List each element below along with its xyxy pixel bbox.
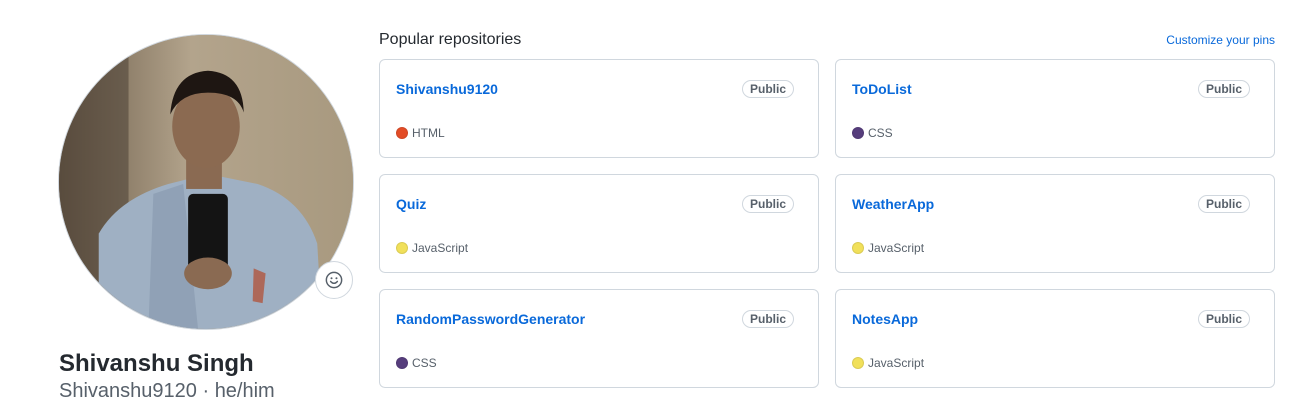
repo-link[interactable]: RandomPasswordGenerator xyxy=(396,310,585,328)
customize-pins-link[interactable]: Customize your pins xyxy=(1166,32,1275,48)
profile-name: Shivanshu Singh xyxy=(59,350,254,377)
visibility-badge: Public xyxy=(741,80,794,98)
repo-card: RandomPasswordGenerator Public CSS xyxy=(379,289,819,388)
repo-link[interactable]: Shivanshu9120 xyxy=(396,80,498,98)
language-label: CSS xyxy=(868,126,893,140)
language-label: JavaScript xyxy=(868,241,925,255)
repo-language: CSS xyxy=(396,355,437,371)
separator-dot: · xyxy=(202,380,210,402)
language-color-dot xyxy=(396,127,408,139)
repo-language: JavaScript xyxy=(852,240,924,256)
language-color-dot xyxy=(396,357,408,369)
profile-sidebar: Shivanshu Singh Shivanshu9120 · he/him xyxy=(58,34,358,402)
repo-card: WeatherApp Public JavaScript xyxy=(835,174,1275,273)
language-label: CSS xyxy=(412,356,437,370)
profile-pronouns: he/him xyxy=(214,380,275,402)
repo-card: Quiz Public JavaScript xyxy=(379,174,819,273)
repo-card: ToDoList Public CSS xyxy=(835,59,1275,158)
pinned-repos-grid: Shivanshu9120 Public HTML ToDoList Publi… xyxy=(379,59,1275,388)
visibility-badge: Public xyxy=(1197,80,1250,98)
repo-link[interactable]: WeatherApp xyxy=(852,195,934,213)
language-label: JavaScript xyxy=(412,241,469,255)
repo-language: HTML xyxy=(396,125,445,141)
language-color-dot xyxy=(852,357,864,369)
visibility-badge: Public xyxy=(741,195,794,213)
repo-language: JavaScript xyxy=(396,240,468,256)
repo-link[interactable]: ToDoList xyxy=(852,80,912,98)
popular-repositories-title: Popular repositories xyxy=(379,31,522,48)
avatar-photo xyxy=(59,35,353,329)
set-status-button[interactable] xyxy=(315,261,353,299)
repo-card: NotesApp Public JavaScript xyxy=(835,289,1275,388)
repo-language: CSS xyxy=(852,125,893,141)
repo-language: JavaScript xyxy=(852,355,924,371)
language-color-dot xyxy=(852,242,864,254)
repo-link[interactable]: Quiz xyxy=(396,195,426,213)
language-label: JavaScript xyxy=(868,356,925,370)
visibility-badge: Public xyxy=(1197,195,1250,213)
repo-card: Shivanshu9120 Public HTML xyxy=(379,59,819,158)
avatar-container xyxy=(58,34,354,330)
profile-login: Shivanshu9120 xyxy=(59,380,197,402)
language-color-dot xyxy=(852,127,864,139)
smiley-icon xyxy=(325,271,343,289)
visibility-badge: Public xyxy=(1197,310,1250,328)
profile-login-line: Shivanshu9120 · he/him xyxy=(59,379,275,403)
visibility-badge: Public xyxy=(741,310,794,328)
avatar[interactable] xyxy=(58,34,354,330)
language-color-dot xyxy=(396,242,408,254)
language-label: HTML xyxy=(412,126,445,140)
repo-link[interactable]: NotesApp xyxy=(852,310,918,328)
